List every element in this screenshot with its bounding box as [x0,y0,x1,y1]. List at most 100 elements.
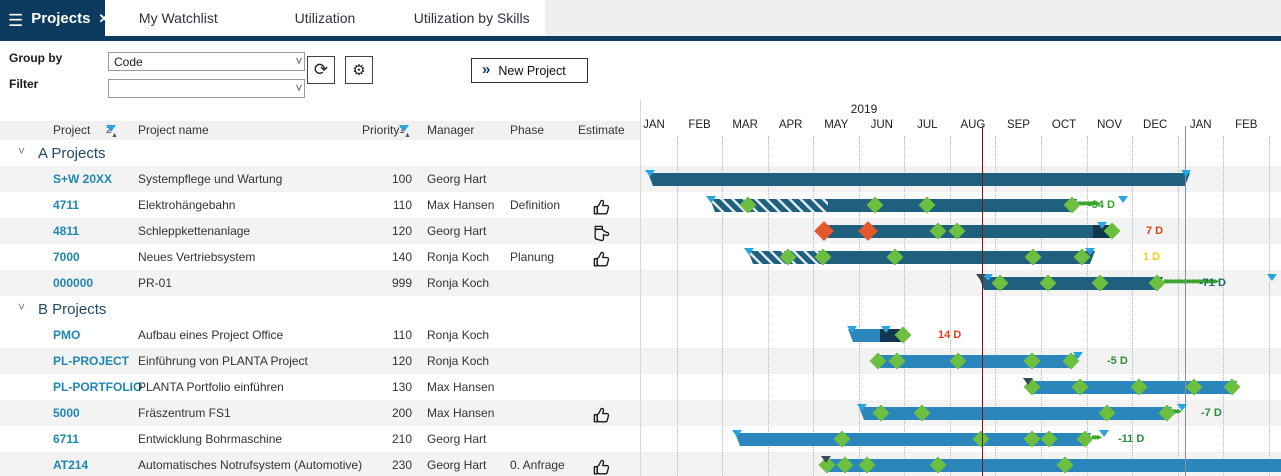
settings-button[interactable]: ⚙ [345,56,373,84]
project-code-link[interactable]: PL-PORTFOLIO [53,380,142,394]
col-estimate[interactable]: Estimate [578,123,625,137]
group-by-select[interactable]: Code ˅ [108,52,305,71]
priority-value: 999 [340,276,412,290]
table-row[interactable]: PL-PROJECTEinführung von PLANTA Project1… [0,348,640,374]
date-marker-triangle[interactable] [857,404,867,411]
main-content: Project 2▲ Project name Priority 1▲ Mana… [0,100,1281,476]
gantt-bar[interactable] [748,251,1095,264]
month-gridline [1041,136,1042,476]
tab-projects[interactable]: ☰ Projects ✕ [0,0,105,41]
project-code-link[interactable]: 5000 [53,406,80,420]
tab-my-watchlist[interactable]: My Watchlist [105,0,252,36]
date-marker-triangle[interactable] [1097,222,1107,229]
tab-utilization[interactable]: Utilization [252,0,399,36]
table-body: ˅A ProjectsS+W 20XXSystempflege und Wart… [0,140,640,476]
sort-asc-icon: ▲ [399,125,409,132]
month-gridline [995,136,996,476]
scheduled-end-triangle[interactable] [1177,404,1187,411]
schedule-delta-label: 1 D [1143,251,1160,263]
gantt-bar[interactable] [710,199,1077,212]
priority-value: 110 [340,328,412,342]
month-gridline [813,136,814,476]
gantt-bar[interactable] [648,173,1190,186]
table-row[interactable]: 7000Neues Vertriebsystem140Ronja KochPla… [0,244,640,270]
table-row[interactable]: 4811Schleppkettenanlage120Georg Hart [0,218,640,244]
double-chevron-icon: » [482,62,490,79]
gantt-panel: 2019 JANFEBMARAPRMAYJUNJULAUGSEPOCTNOVDE… [641,100,1281,476]
table-row[interactable]: 5000Fräszentrum FS1200Max Hansen [0,400,640,426]
table-row[interactable]: PMOAufbau eines Project Office110Ronja K… [0,322,640,348]
priority-value: 210 [340,432,412,446]
baseline-marker-triangle [976,274,986,281]
date-marker-triangle[interactable] [1085,248,1095,255]
priority-value: 100 [340,172,412,186]
date-marker-triangle[interactable] [645,170,655,177]
project-code-link[interactable]: 6711 [53,432,79,446]
col-project[interactable]: Project [53,123,90,137]
today-line [982,126,983,476]
date-marker-triangle[interactable] [1073,352,1083,359]
project-code-link[interactable]: AT214 [53,458,88,472]
scheduled-end-triangle[interactable] [1099,430,1109,437]
gantt-bar[interactable] [875,355,1078,368]
close-tab-icon[interactable]: ✕ [98,11,109,31]
project-code-link[interactable]: 4811 [53,224,79,238]
month-gridline [1223,136,1224,476]
table-row[interactable]: 6711Entwicklung Bohrmaschine210Georg Har… [0,426,640,452]
new-project-label: New Project [498,64,565,78]
table-row[interactable]: 000000PR-01999Ronja Koch [0,270,640,296]
schedule-delta-label: -34 D [1088,199,1115,211]
project-code-link[interactable]: S+W 20XX [53,172,112,186]
group-row[interactable]: ˅B Projects [0,296,640,322]
thumbs-up-icon[interactable] [592,458,611,476]
scheduled-end-triangle[interactable] [1267,274,1277,281]
project-name: Fräszentrum FS1 [138,406,231,420]
gantt-bar[interactable] [824,459,1281,472]
project-code-link[interactable]: PMO [53,328,80,342]
hamburger-menu-icon[interactable]: ☰ [8,12,23,29]
manager-name: Ronja Koch [427,250,489,264]
refresh-icon: ⟳ [314,60,328,80]
col-manager[interactable]: Manager [427,123,474,137]
project-code-link[interactable]: 7000 [53,250,80,264]
gear-icon: ⚙ [352,61,365,79]
group-row[interactable]: ˅A Projects [0,140,640,166]
gantt-bar[interactable] [859,407,1172,420]
thumbs-up-icon[interactable] [592,198,611,217]
priority-value: 200 [340,406,412,420]
col-priority[interactable]: Priority [362,123,399,137]
scheduled-end-triangle[interactable] [1118,196,1128,203]
date-marker-triangle[interactable] [1181,170,1191,177]
project-code-link[interactable]: PL-PROJECT [53,354,129,368]
phase-value: 0. Anfrage [510,458,565,472]
table-row[interactable]: S+W 20XXSystempflege und Wartung100Georg… [0,166,640,192]
col-phase[interactable]: Phase [510,123,544,137]
date-marker-triangle[interactable] [732,430,742,437]
filter-select[interactable]: ˅ [108,79,305,98]
date-marker-triangle[interactable] [847,326,857,333]
manager-name: Georg Hart [427,224,486,238]
new-project-button[interactable]: » New Project [471,58,588,83]
table-row[interactable]: PL-PORTFOLIOPLANTA Portfolio einführen13… [0,374,640,400]
chevron-down-icon[interactable]: ˅ [18,144,25,158]
priority-value: 120 [340,354,412,368]
date-marker-triangle[interactable] [881,326,891,333]
month-label: OCT [1041,119,1087,131]
thumbs-up-icon[interactable] [592,250,611,269]
manager-name: Ronja Koch [427,354,489,368]
project-code-link[interactable]: 000000 [53,276,93,290]
chevron-down-icon[interactable]: ˅ [18,300,25,314]
thumbs-neutral-icon[interactable] [592,224,611,243]
filter-label: Filter [9,77,38,91]
table-row[interactable]: 4711Elektrohängebahn110Max HansenDefinit… [0,192,640,218]
thumbs-up-icon[interactable] [592,406,611,425]
table-row[interactable]: AT214Automatisches Notrufsystem (Automot… [0,452,640,476]
col-project-name[interactable]: Project name [138,123,209,137]
tab-utilization-by-skills[interactable]: Utilization by Skills [398,0,545,36]
project-table-panel: Project 2▲ Project name Priority 1▲ Mana… [0,100,641,476]
project-code-link[interactable]: 4711 [53,198,79,212]
schedule-delta-label: -11 D [1118,433,1144,445]
refresh-button[interactable]: ⟳ [307,56,335,84]
date-marker-triangle[interactable] [706,196,716,203]
date-marker-triangle[interactable] [744,248,754,255]
